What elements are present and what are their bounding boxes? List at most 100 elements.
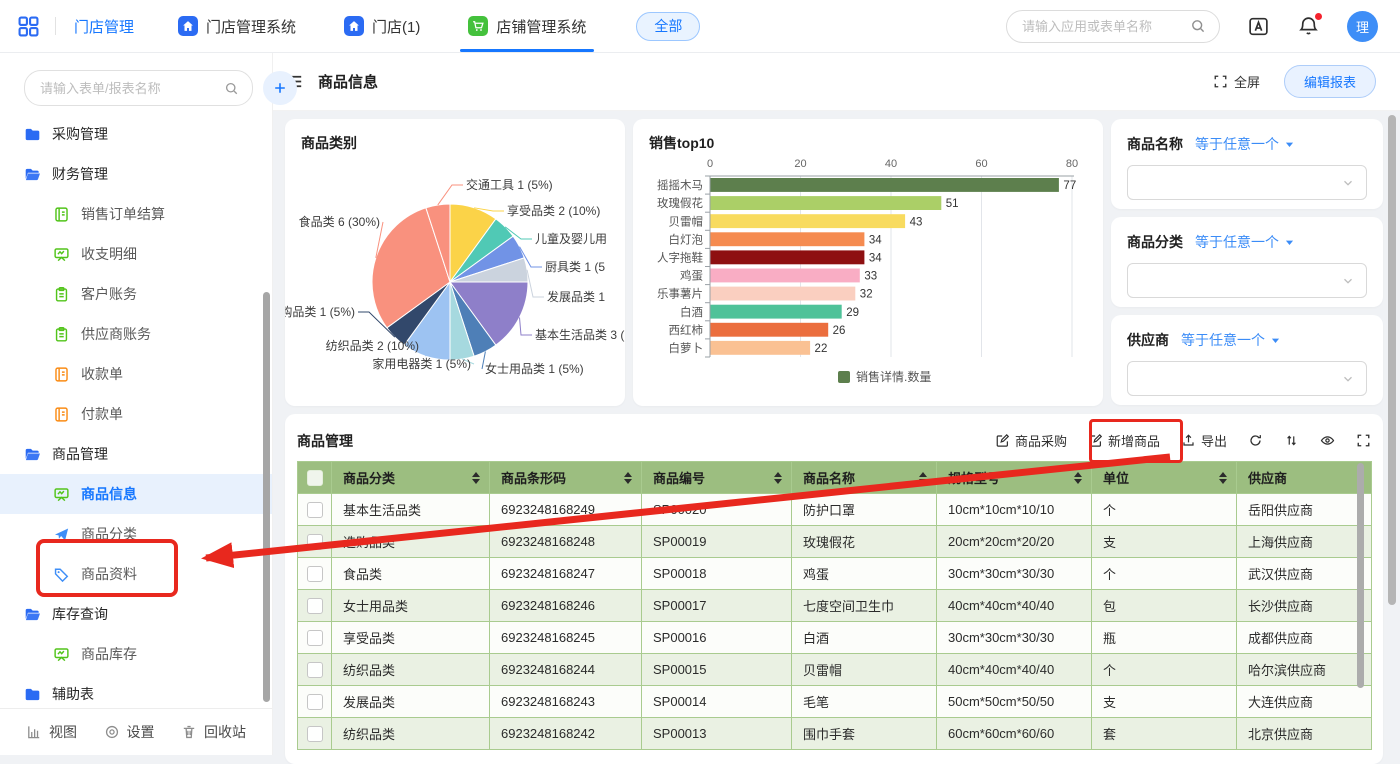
filter-value-select[interactable]	[1127, 361, 1367, 396]
sidebar-item-收支明细[interactable]: 收支明细	[0, 234, 272, 274]
filter-value-select[interactable]	[1127, 165, 1367, 200]
approval-icon[interactable]	[1247, 15, 1270, 38]
app-tab-1[interactable]: 门店管理系统	[178, 0, 296, 52]
sidebar-footer-回收站[interactable]: 回收站	[181, 722, 246, 742]
bar-category-label: 摇摇木马	[657, 178, 703, 192]
sort-button[interactable]	[1284, 433, 1299, 448]
filter-operator-dropdown[interactable]: 等于任意一个	[1181, 330, 1281, 350]
table-cell: 北京供应商	[1237, 718, 1372, 750]
row-checkbox[interactable]	[307, 694, 323, 710]
bar-摇摇木马[interactable]	[711, 178, 1059, 192]
table-row[interactable]: 基本生活品类6923248168249SP00020防护口罩10cm*10cm*…	[298, 494, 1372, 526]
select-all-checkbox[interactable]	[307, 470, 323, 486]
row-checkbox[interactable]	[307, 566, 323, 582]
nav-store-management[interactable]: 门店管理	[74, 16, 134, 37]
sidebar-item-商品信息[interactable]: 商品信息	[0, 474, 272, 514]
bar-白萝卜[interactable]	[711, 341, 811, 355]
fullscreen-button[interactable]	[1356, 433, 1371, 448]
column-header-商品条形码[interactable]: 商品条形码	[490, 462, 642, 494]
导出-button[interactable]: 导出	[1181, 431, 1227, 450]
table-row[interactable]: 选购品类6923248168248SP00019玫瑰假花20cm*20cm*20…	[298, 526, 1372, 558]
global-search-input[interactable]	[1006, 10, 1220, 43]
column-header-供应商[interactable]: 供应商	[1237, 462, 1372, 494]
table-row[interactable]: 纺织品类6923248168242SP00013围巾手套60cm*60cm*60…	[298, 718, 1372, 750]
board-icon	[53, 646, 70, 663]
sidebar-item-销售订单结算[interactable]: 销售订单结算	[0, 194, 272, 234]
sidebar-footer-视图[interactable]: 视图	[26, 722, 77, 742]
bar-白酒[interactable]	[711, 305, 842, 319]
eye-button[interactable]	[1320, 433, 1335, 448]
新增商品-button[interactable]: 新增商品	[1088, 431, 1160, 450]
sort-icon[interactable]	[1219, 472, 1227, 484]
sidebar-item-商品资料[interactable]: 商品资料	[0, 554, 272, 594]
apps-grid-icon[interactable]	[18, 16, 39, 37]
row-checkbox[interactable]	[307, 630, 323, 646]
app-tab-2[interactable]: 门店(1)	[344, 0, 420, 52]
row-checkbox[interactable]	[307, 662, 323, 678]
filter-value-select[interactable]	[1127, 263, 1367, 298]
app-tab-3[interactable]: 店铺管理系统	[468, 0, 586, 52]
bar-人字拖鞋[interactable]	[711, 250, 865, 264]
row-checkbox[interactable]	[307, 726, 323, 742]
sidebar-item-采购管理[interactable]: 采购管理	[0, 114, 272, 154]
column-header-商品编号[interactable]: 商品编号	[642, 462, 792, 494]
all-apps-pill[interactable]: 全部	[636, 12, 700, 41]
row-checkbox[interactable]	[307, 502, 323, 518]
table-row[interactable]: 享受品类6923248168245SP00016白酒30cm*30cm*30/3…	[298, 622, 1372, 654]
table-cell: 支	[1092, 526, 1237, 558]
edit-report-button[interactable]: 编辑报表	[1284, 65, 1376, 98]
sidebar-item-商品管理[interactable]: 商品管理	[0, 434, 272, 474]
notification-badge	[1315, 13, 1322, 20]
sidebar-item-商品分类[interactable]: 商品分类	[0, 514, 272, 554]
column-header-商品分类[interactable]: 商品分类	[332, 462, 490, 494]
table-row[interactable]: 女士用品类6923248168246SP00017七度空间卫生巾40cm*40c…	[298, 590, 1372, 622]
column-header-商品名称[interactable]: 商品名称	[792, 462, 937, 494]
sidebar-item-商品库存[interactable]: 商品库存	[0, 634, 272, 674]
sort-icon[interactable]	[1074, 472, 1082, 484]
bar-乐事薯片[interactable]	[711, 287, 856, 301]
table-scrollbar[interactable]	[1357, 463, 1364, 688]
sort-icon[interactable]	[774, 472, 782, 484]
clipboard-icon	[53, 286, 70, 303]
page-scrollbar[interactable]	[1388, 115, 1396, 605]
sidebar-scrollbar[interactable]	[263, 292, 270, 702]
legend-swatch[interactable]	[838, 371, 850, 383]
bar-西红柿[interactable]	[711, 323, 829, 337]
bar-白灯泡[interactable]	[711, 232, 865, 246]
table-row[interactable]: 食品类6923248168247SP00018鸡蛋30cm*30cm*30/30…	[298, 558, 1372, 590]
filter-operator-dropdown[interactable]: 等于任意一个	[1195, 232, 1295, 252]
sidebar-footer-设置[interactable]: 设置	[104, 722, 155, 742]
table-row[interactable]: 发展品类6923248168243SP00014毛笔50cm*50cm*50/5…	[298, 686, 1372, 718]
sort-icon[interactable]	[919, 472, 927, 484]
filter-operator-dropdown[interactable]: 等于任意一个	[1195, 134, 1295, 154]
table-row[interactable]: 纺织品类6923248168244SP00015贝雷帽40cm*40cm*40/…	[298, 654, 1372, 686]
bell-icon[interactable]	[1297, 15, 1320, 38]
sidebar-item-财务管理[interactable]: 财务管理	[0, 154, 272, 194]
add-form-button[interactable]	[263, 71, 297, 105]
refresh-button[interactable]	[1248, 433, 1263, 448]
sidebar-search-field[interactable]	[38, 80, 218, 97]
bar-玫瑰假花[interactable]	[711, 196, 942, 210]
sidebar-item-收款单[interactable]: 收款单	[0, 354, 272, 394]
avatar[interactable]: 理	[1347, 11, 1378, 42]
sort-icon[interactable]	[624, 472, 632, 484]
商品采购-button[interactable]: 商品采购	[995, 431, 1067, 450]
sidebar-item-客户账务[interactable]: 客户账务	[0, 274, 272, 314]
sidebar-search-input[interactable]	[24, 70, 253, 106]
bar-贝雷帽[interactable]	[711, 214, 906, 228]
row-checkbox[interactable]	[307, 598, 323, 614]
column-header-规格型号[interactable]: 规格型号	[937, 462, 1092, 494]
pie-label-line	[519, 317, 532, 335]
global-search-field[interactable]	[1020, 18, 1182, 35]
column-header-单位[interactable]: 单位	[1092, 462, 1237, 494]
sidebar-item-供应商账务[interactable]: 供应商账务	[0, 314, 272, 354]
bar-category-label: 玫瑰假花	[657, 196, 703, 210]
sort-icon[interactable]	[472, 472, 480, 484]
table-cell: 纺织品类	[332, 654, 490, 686]
legend-label[interactable]: 销售详情.数量	[856, 369, 931, 384]
sidebar-item-库存查询[interactable]: 库存查询	[0, 594, 272, 634]
row-checkbox[interactable]	[307, 534, 323, 550]
bar-鸡蛋[interactable]	[711, 269, 860, 283]
fullscreen-button[interactable]: 全屏	[1213, 72, 1260, 91]
sidebar-item-付款单[interactable]: 付款单	[0, 394, 272, 434]
